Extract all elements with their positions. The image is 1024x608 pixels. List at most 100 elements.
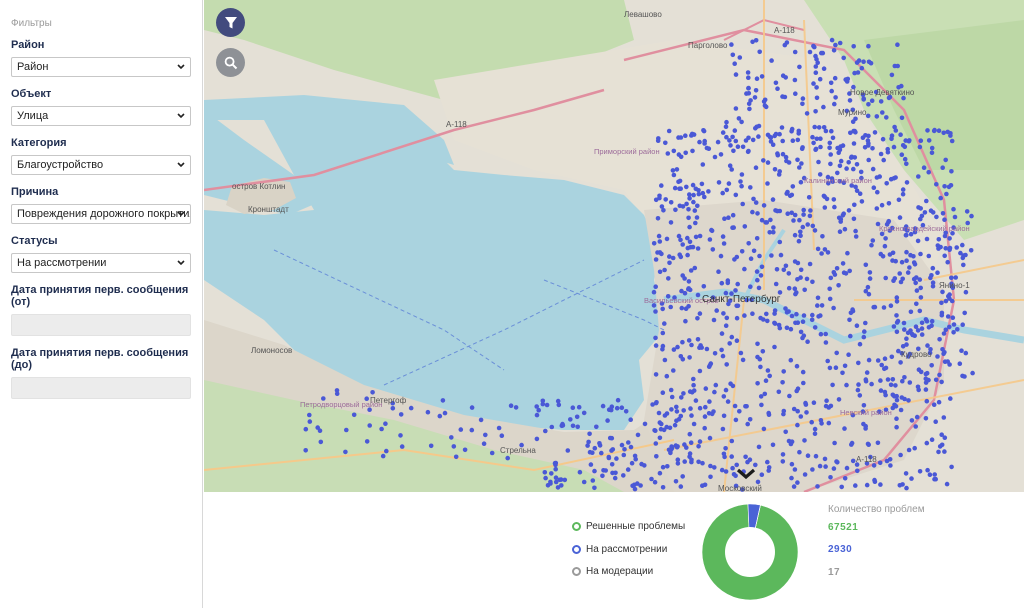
problem-point[interactable] xyxy=(953,275,958,280)
problem-point[interactable] xyxy=(812,426,818,432)
problem-point[interactable] xyxy=(874,206,880,211)
problem-point[interactable] xyxy=(814,85,819,90)
problem-point[interactable] xyxy=(870,146,875,151)
problem-point[interactable] xyxy=(702,138,707,144)
problem-point[interactable] xyxy=(581,479,587,485)
problem-point[interactable] xyxy=(674,418,679,424)
problem-point[interactable] xyxy=(678,413,684,419)
problem-point[interactable] xyxy=(918,138,924,143)
problem-point[interactable] xyxy=(925,343,930,348)
problem-point[interactable] xyxy=(913,324,919,330)
problem-point[interactable] xyxy=(878,99,884,104)
problem-point[interactable] xyxy=(918,295,924,300)
problem-point[interactable] xyxy=(945,314,951,319)
problem-point[interactable] xyxy=(917,144,923,150)
problem-point[interactable] xyxy=(723,446,728,451)
problem-point[interactable] xyxy=(837,163,843,169)
problem-point[interactable] xyxy=(674,409,680,414)
problem-point[interactable] xyxy=(692,208,698,213)
problem-point[interactable] xyxy=(788,326,794,332)
problem-point[interactable] xyxy=(936,237,942,242)
problem-point[interactable] xyxy=(862,329,867,334)
problem-point[interactable] xyxy=(765,160,771,165)
problem-point[interactable] xyxy=(907,380,913,385)
problem-point[interactable] xyxy=(804,276,810,282)
problem-point[interactable] xyxy=(656,233,662,239)
problem-point[interactable] xyxy=(891,278,896,284)
search-button[interactable] xyxy=(216,48,245,77)
problem-point[interactable] xyxy=(712,154,718,160)
problem-point[interactable] xyxy=(926,169,931,175)
problem-point[interactable] xyxy=(902,144,908,150)
problem-point[interactable] xyxy=(930,283,936,289)
problem-point[interactable] xyxy=(702,425,707,431)
problem-point[interactable] xyxy=(364,439,370,444)
problem-point[interactable] xyxy=(661,208,666,213)
problem-point[interactable] xyxy=(865,113,871,119)
problem-point[interactable] xyxy=(632,453,638,459)
problem-point[interactable] xyxy=(612,475,618,481)
problem-point[interactable] xyxy=(688,440,694,446)
problem-point[interactable] xyxy=(799,161,804,166)
problem-point[interactable] xyxy=(676,179,681,185)
problem-point[interactable] xyxy=(678,186,683,191)
problem-point[interactable] xyxy=(719,331,725,336)
problem-point[interactable] xyxy=(821,104,826,110)
problem-point[interactable] xyxy=(919,332,925,337)
problem-point[interactable] xyxy=(776,172,782,177)
problem-point[interactable] xyxy=(851,44,856,49)
problem-point[interactable] xyxy=(813,70,819,75)
problem-point[interactable] xyxy=(667,254,672,259)
problem-point[interactable] xyxy=(880,110,885,115)
problem-point[interactable] xyxy=(929,437,935,443)
problem-point[interactable] xyxy=(866,157,871,163)
problem-point[interactable] xyxy=(318,439,324,445)
problem-point[interactable] xyxy=(772,320,777,326)
problem-point[interactable] xyxy=(837,147,843,153)
problem-point[interactable] xyxy=(863,423,868,429)
problem-point[interactable] xyxy=(680,474,685,479)
problem-point[interactable] xyxy=(664,373,670,379)
problem-point[interactable] xyxy=(733,288,738,293)
problem-point[interactable] xyxy=(649,476,654,482)
problem-point[interactable] xyxy=(588,462,594,467)
problem-point[interactable] xyxy=(774,267,780,272)
problem-point[interactable] xyxy=(909,331,915,337)
problem-point[interactable] xyxy=(629,460,635,466)
problem-point[interactable] xyxy=(562,477,568,483)
problem-point[interactable] xyxy=(844,382,849,388)
problem-point[interactable] xyxy=(754,76,760,81)
problem-point[interactable] xyxy=(684,184,689,190)
problem-point[interactable] xyxy=(718,152,724,157)
problem-point[interactable] xyxy=(926,253,932,259)
problem-point[interactable] xyxy=(852,155,858,160)
problem-point[interactable] xyxy=(927,472,933,478)
problem-point[interactable] xyxy=(914,288,920,293)
problem-point[interactable] xyxy=(904,336,909,342)
problem-point[interactable] xyxy=(570,405,576,411)
problem-point[interactable] xyxy=(841,55,846,61)
problem-point[interactable] xyxy=(575,424,580,430)
problem-point[interactable] xyxy=(948,131,953,136)
problem-point[interactable] xyxy=(678,484,684,489)
problem-point[interactable] xyxy=(823,403,829,409)
problem-point[interactable] xyxy=(724,362,729,367)
problem-point[interactable] xyxy=(723,323,729,329)
problem-point[interactable] xyxy=(898,360,903,365)
problem-point[interactable] xyxy=(708,474,713,480)
problem-point[interactable] xyxy=(652,479,658,485)
problem-point[interactable] xyxy=(957,361,963,367)
problem-point[interactable] xyxy=(888,382,894,388)
problem-point[interactable] xyxy=(671,172,677,178)
problem-point[interactable] xyxy=(701,128,707,134)
problem-point[interactable] xyxy=(675,457,681,463)
problem-point[interactable] xyxy=(750,209,755,215)
problem-point[interactable] xyxy=(822,456,828,462)
problem-point[interactable] xyxy=(899,259,905,265)
problem-point[interactable] xyxy=(795,422,800,428)
problem-point[interactable] xyxy=(663,197,668,202)
problem-point[interactable] xyxy=(900,276,905,282)
problem-point[interactable] xyxy=(570,423,576,429)
problem-point[interactable] xyxy=(817,76,823,82)
problem-point[interactable] xyxy=(662,413,668,418)
